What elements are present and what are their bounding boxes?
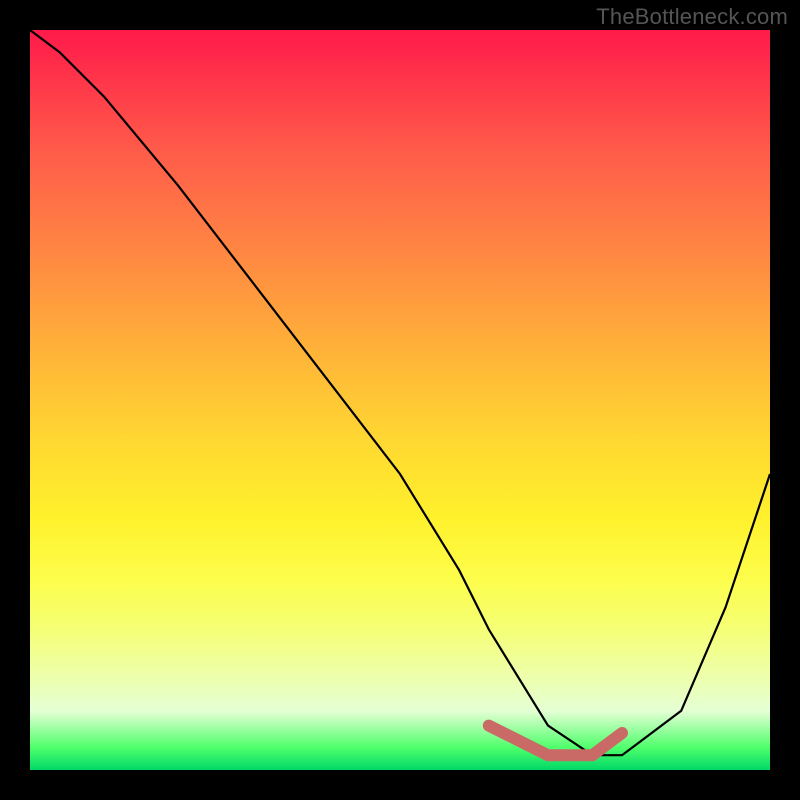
- curve-svg: [30, 30, 770, 770]
- plot-area: [30, 30, 770, 770]
- curve-path: [30, 30, 770, 755]
- watermark-text: TheBottleneck.com: [596, 4, 788, 30]
- chart-frame: TheBottleneck.com: [0, 0, 800, 800]
